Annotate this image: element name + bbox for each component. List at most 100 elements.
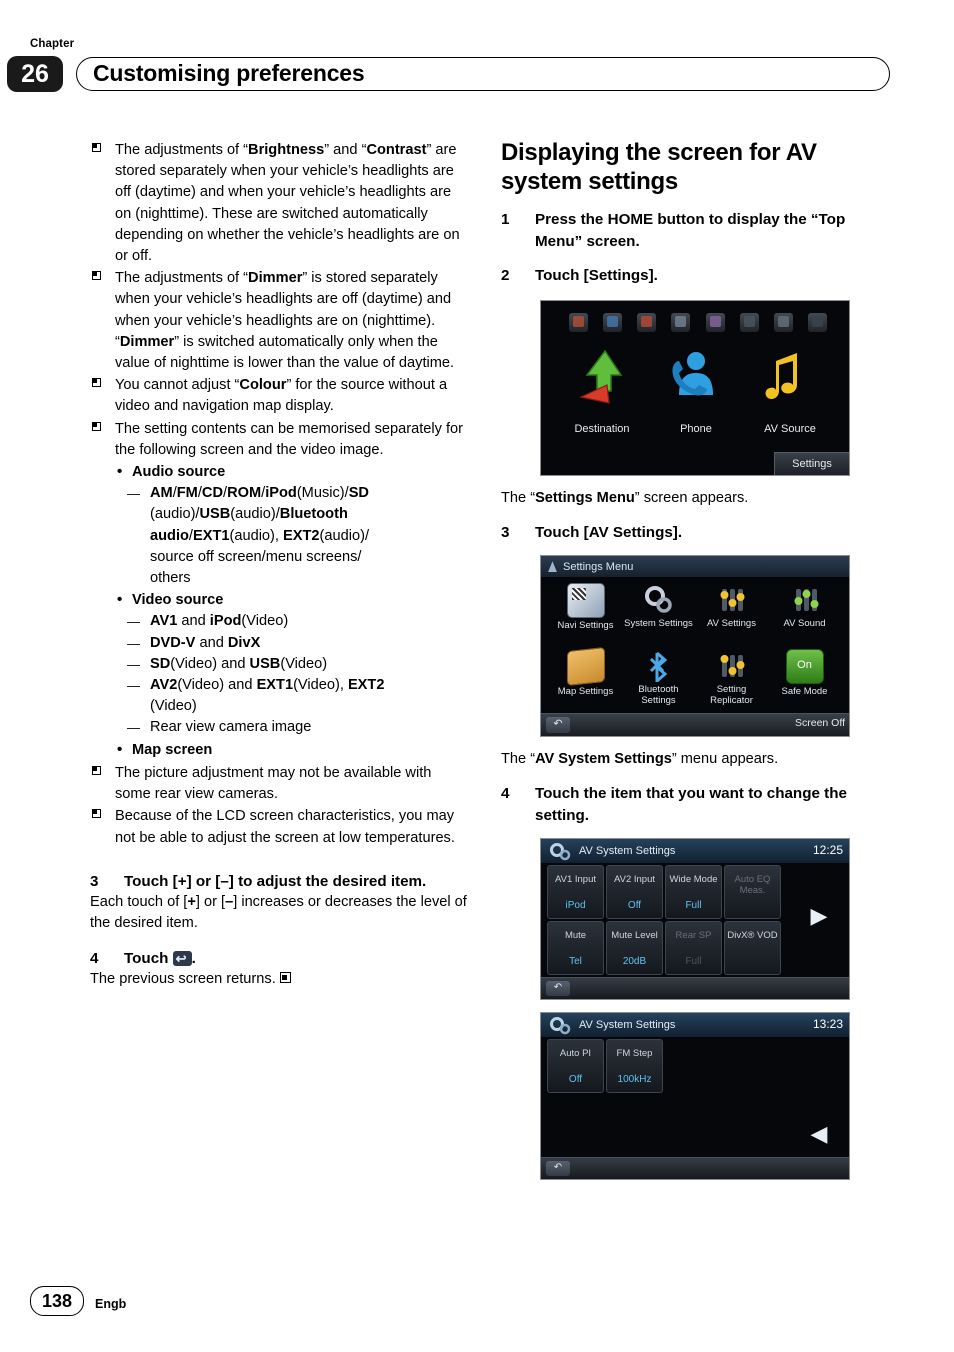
av-button-value: Tel xyxy=(569,956,582,968)
menu-triangle-icon xyxy=(548,561,557,573)
chapter-number-badge: 26 xyxy=(7,56,63,92)
av-settings-title: AV System Settings xyxy=(579,845,676,858)
av-button-value: Off xyxy=(627,900,642,912)
note-marker-icon xyxy=(92,809,101,819)
system-settings-icon xyxy=(548,842,574,861)
av-system-settings-screenshot-1: AV System Settings 12:25 AV1 Input iPod … xyxy=(540,838,850,1001)
menu-small-icon xyxy=(705,312,725,332)
av-button-av1-input[interactable]: AV1 Input iPod xyxy=(547,865,604,920)
back-arrow-icon[interactable]: ↶ xyxy=(546,981,570,997)
av-button-av2-input[interactable]: AV2 Input Off xyxy=(606,865,663,920)
note-item: The setting contents can be memorised se… xyxy=(90,419,470,461)
right-column: Displaying the screen for AV system sett… xyxy=(501,138,891,1181)
av-button-fm-step[interactable]: FM Step 100kHz xyxy=(606,1039,663,1094)
settings-menu-screenshot: Settings Menu Navi Settings System Setti… xyxy=(540,555,850,738)
step-text: Touch the item that you want to change t… xyxy=(535,785,847,824)
av-settings-bottom-bar: ↶ xyxy=(541,1157,849,1180)
sublist-entry: (audio)/USB(audio)/Bluetooth xyxy=(150,506,348,523)
note-text: The adjustments of “Dimmer” is stored se… xyxy=(115,270,455,372)
av-button-label: Mute xyxy=(564,930,587,942)
settings-tile-av-settings[interactable]: AV Settings xyxy=(695,580,768,646)
clock: 12:25 xyxy=(812,843,843,858)
menu-small-icon xyxy=(671,312,691,332)
menu-small-icon xyxy=(807,312,827,332)
av-button-label: Wide Mode xyxy=(669,874,718,886)
note-text: The setting contents can be memorised se… xyxy=(115,420,463,458)
settings-tile-av-sound[interactable]: AV Sound xyxy=(768,580,841,646)
av-button-label: AV2 Input xyxy=(613,874,656,886)
note-item: You cannot adjust “Colour” for the sourc… xyxy=(90,375,470,417)
safe-mode-icon: On xyxy=(785,649,824,685)
av-button-label: Auto PI xyxy=(559,1048,592,1060)
step-text: Touch [Settings]. xyxy=(535,267,658,284)
back-arrow-icon[interactable]: ↶ xyxy=(546,1161,570,1177)
manual-page: Chapter 26 Customising preferences The a… xyxy=(0,0,954,1352)
note-item: Because of the LCD screen characteristic… xyxy=(90,806,470,848)
av-button-auto-eq-meas[interactable]: Auto EQ Meas. xyxy=(724,865,781,920)
menu-small-icon xyxy=(603,312,623,332)
sublist-title: Video source xyxy=(115,589,470,611)
top-menu-item-phone[interactable]: Phone xyxy=(649,345,743,437)
top-menu-screenshot: Destination Phone AV Source Settings xyxy=(540,299,850,476)
note-marker-icon xyxy=(92,421,101,431)
av-button-wide-mode[interactable]: Wide Mode Full xyxy=(665,865,722,920)
settings-tile-label: Map Settings xyxy=(557,686,614,698)
chapter-word: Chapter xyxy=(30,38,75,50)
bluetooth-settings-icon xyxy=(641,649,677,685)
system-settings-icon xyxy=(641,583,677,616)
av-system-settings-screenshot-2: AV System Settings 13:23 Auto PI Off FM … xyxy=(540,1012,850,1181)
settings-tile-system-settings[interactable]: System Settings xyxy=(622,580,695,646)
settings-menu-titlebar: Settings Menu xyxy=(541,556,849,578)
av-button-mute[interactable]: Mute Tel xyxy=(547,921,604,976)
sublist-entry: AV2(Video) and EXT1(Video), EXT2 xyxy=(115,675,470,696)
note-text: Because of the LCD screen characteristic… xyxy=(115,808,455,846)
step-period: . xyxy=(191,949,196,967)
top-menu-icon-row xyxy=(569,312,827,339)
av-button-value: Full xyxy=(685,956,702,968)
note-text: The picture adjustment may not be availa… xyxy=(115,764,432,803)
av-button-rear-sp[interactable]: Rear SP Full xyxy=(665,921,722,976)
settings-tile-label: AV Settings xyxy=(707,618,756,630)
sublist-entry: SD(Video) and USB(Video) xyxy=(115,654,470,675)
top-menu-item-av-source[interactable]: AV Source xyxy=(743,345,837,437)
av-settings-button-grid: Auto PI Off FM Step 100kHz xyxy=(547,1039,785,1095)
settings-button[interactable]: Settings xyxy=(774,451,849,475)
av-button-auto-pi[interactable]: Auto PI Off xyxy=(547,1039,604,1094)
menu-small-icon xyxy=(739,312,759,332)
av-button-divx-vod[interactable]: DivX® VOD xyxy=(724,921,781,976)
step-number: 4 xyxy=(501,785,510,803)
screen-off-button[interactable]: Screen Off xyxy=(795,717,845,729)
settings-tile-navi-settings[interactable]: Navi Settings xyxy=(549,580,622,646)
step-number: 3 xyxy=(501,523,510,541)
note-marker-icon xyxy=(92,765,101,775)
av-button-mute-level[interactable]: Mute Level 20dB xyxy=(606,921,663,976)
settings-tile-safe-mode[interactable]: On Safe Mode xyxy=(768,646,841,712)
note-item: The adjustments of “Brightness” and “Con… xyxy=(90,140,470,267)
av-button-value: 20dB xyxy=(622,956,647,968)
av-settings-titlebar: AV System Settings 12:25 xyxy=(541,839,849,864)
page-title: Customising preferences xyxy=(93,60,365,86)
end-of-note-icon xyxy=(279,972,291,984)
settings-menu-grid: Navi Settings System Settings AV Setting… xyxy=(549,580,843,712)
back-arrow-icon[interactable]: ↶ xyxy=(546,717,570,734)
settings-tile-map-settings[interactable]: Map Settings xyxy=(549,646,622,712)
caption-after-step-3: The “AV System Settings” menu appears. xyxy=(501,751,779,768)
settings-tile-label: Navi Settings xyxy=(557,620,614,632)
next-page-arrow-icon[interactable]: ▶ xyxy=(795,883,843,949)
destination-arrow-icon xyxy=(579,349,623,404)
top-menu-item-destination[interactable]: Destination xyxy=(555,345,649,437)
setting-replicator-icon xyxy=(714,649,750,682)
system-settings-icon xyxy=(548,1016,574,1035)
sublist-title: Map screen xyxy=(115,739,470,761)
step-label: Touch xyxy=(124,949,169,967)
settings-tile-label: Bluetooth Settings xyxy=(638,684,679,707)
settings-tile-setting-replicator[interactable]: Setting Replicator xyxy=(695,646,768,712)
footer-language: Engb xyxy=(95,1297,127,1311)
sublist-entry: AM/FM/CD/ROM/iPod(Music)/SD xyxy=(115,483,470,504)
settings-tile-bluetooth-settings[interactable]: Bluetooth Settings xyxy=(622,646,695,712)
step-3-right: 3 Touch [AV Settings]. xyxy=(501,522,891,544)
clock: 13:23 xyxy=(812,1017,843,1032)
note-item: The adjustments of “Dimmer” is stored se… xyxy=(90,268,470,374)
step-4-text: The previous screen returns. xyxy=(90,971,276,988)
av-button-label: FM Step xyxy=(616,1048,653,1060)
